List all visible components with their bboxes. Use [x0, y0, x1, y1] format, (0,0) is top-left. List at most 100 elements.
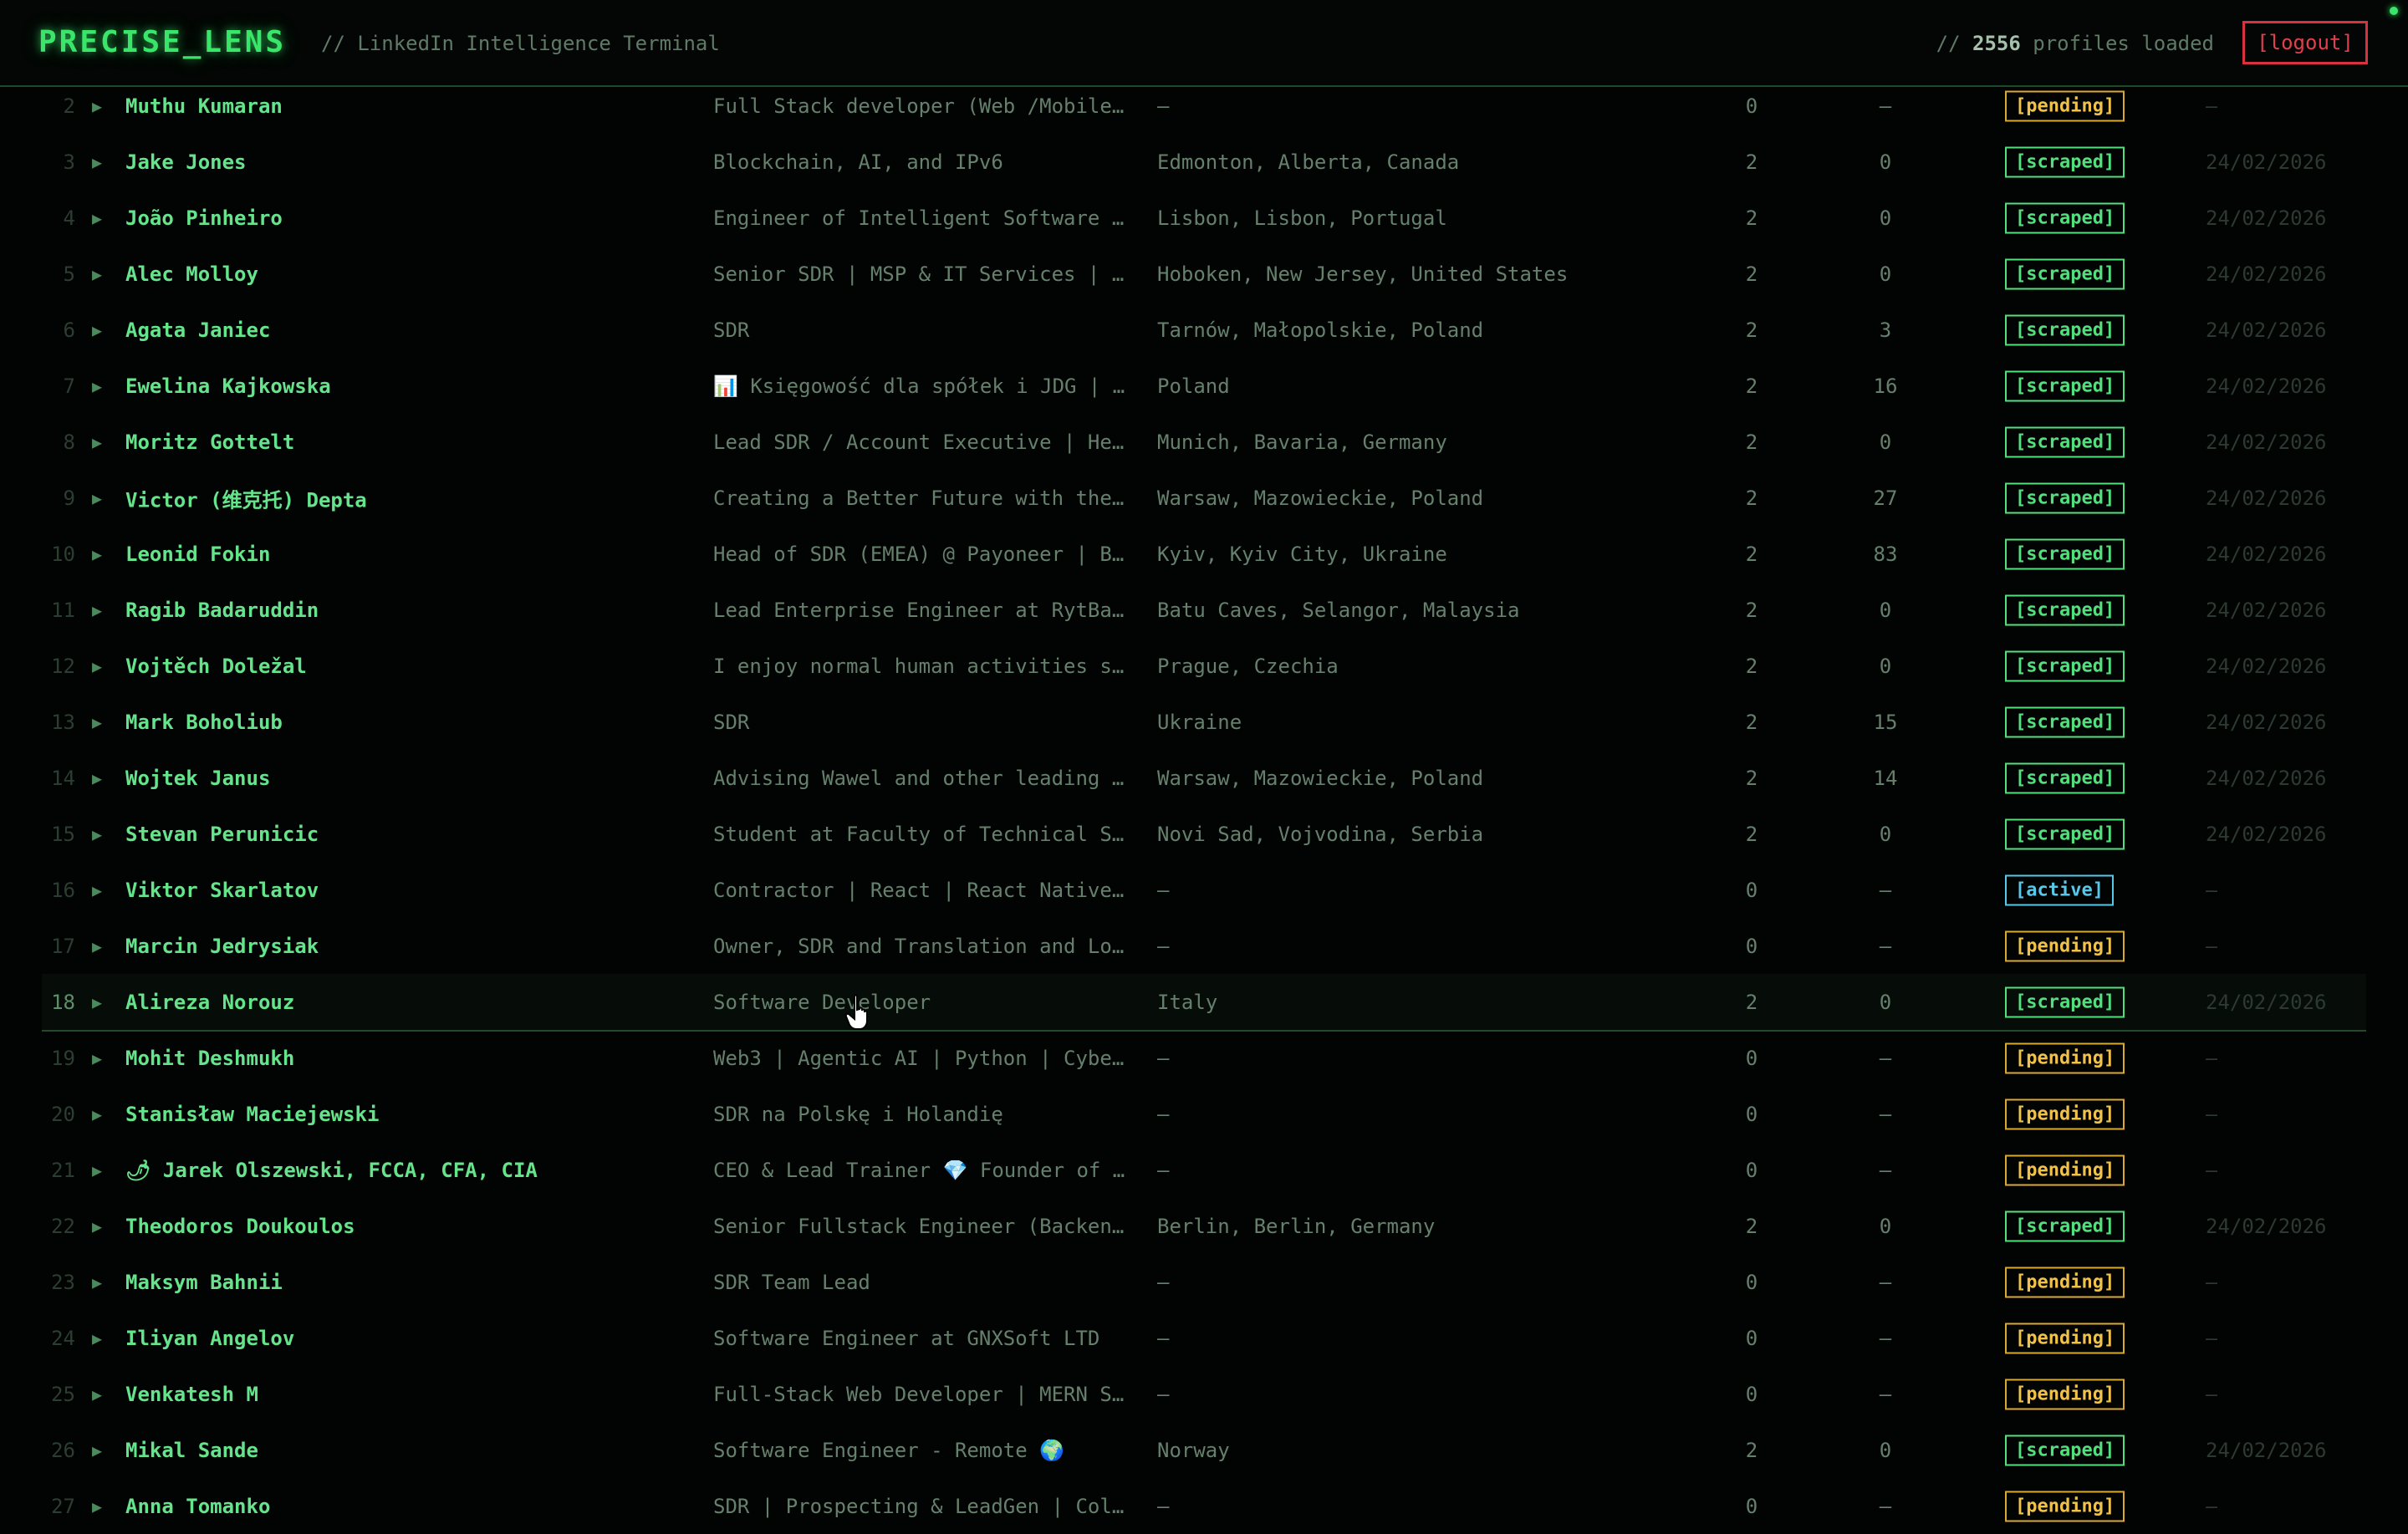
profile-location: Prague, Czechia [1157, 654, 1339, 678]
expand-arrow-icon[interactable]: ▶ [92, 96, 102, 116]
profile-name[interactable]: Wojtek Janus [125, 767, 270, 790]
table-row[interactable]: 8 ▶ Moritz Gottelt Lead SDR / Account Execu… [42, 414, 2366, 470]
scraped-date: — [2206, 1326, 2218, 1350]
table-row[interactable]: 4 ▶ João Pinheiro Engineer of Intelligent S… [42, 190, 2366, 246]
profile-name[interactable]: Marcin Jedrysiak [125, 935, 319, 958]
expand-arrow-icon[interactable]: ▶ [92, 936, 102, 956]
table-row[interactable]: 17 ▶ Marcin Jedrysiak Owner, SDR and Transl… [42, 918, 2366, 974]
status-cell: [scraped] [2005, 1435, 2125, 1465]
profile-name[interactable]: Mikal Sande [125, 1439, 258, 1462]
table-row[interactable]: 7 ▶ Ewelina Kajkowska 📊 Księgowość dla spół… [42, 358, 2366, 414]
table-row[interactable]: 6 ▶ Agata Janiec SDR Tarnów, Małopolskie, Po… [42, 302, 2366, 358]
profile-name[interactable]: Mark Boholiub [125, 711, 283, 734]
profile-headline: 📊 Księgowość dla spółek i JDG | … [713, 374, 1125, 398]
expand-arrow-icon[interactable]: ▶ [92, 432, 102, 452]
expand-arrow-icon[interactable]: ▶ [92, 264, 102, 284]
expand-arrow-icon[interactable]: ▶ [92, 1160, 102, 1180]
count-b: 3 [1879, 318, 1892, 342]
expand-arrow-icon[interactable]: ▶ [92, 1048, 102, 1068]
status-cell: [scraped] [2005, 538, 2125, 569]
table-row[interactable]: 22 ▶ Theodoros Doukoulos Senior Fullstack E… [42, 1198, 2366, 1254]
profile-name[interactable]: Theodoros Doukoulos [125, 1215, 355, 1238]
expand-arrow-icon[interactable]: ▶ [92, 488, 102, 508]
table-row[interactable]: 15 ▶ Stevan Perunicic Student at Faculty of… [42, 806, 2366, 862]
table-row[interactable]: 9 ▶ Victor (维克托) Depta Creating a Better Fu… [42, 470, 2366, 526]
table-row[interactable]: 27 ▶ Anna Tomanko SDR | Prospecting & LeadG… [42, 1478, 2366, 1534]
profile-name[interactable]: Anna Tomanko [125, 1495, 270, 1518]
count-a: 0 [1745, 934, 1758, 958]
expand-arrow-icon[interactable]: ▶ [92, 320, 102, 340]
profile-name[interactable]: Viktor Skarlatov [125, 879, 319, 902]
status-badge: [scraped] [2005, 762, 2125, 793]
profile-name[interactable]: Ewelina Kajkowska [125, 375, 331, 398]
count-b: 0 [1879, 654, 1892, 678]
table-row[interactable]: 11 ▶ Ragib Badaruddin Lead Enterprise Engin… [42, 582, 2366, 638]
table-row[interactable]: 16 ▶ Viktor Skarlatov Contractor | React | … [42, 862, 2366, 918]
row-number: 4 [63, 206, 75, 230]
expand-arrow-icon[interactable]: ▶ [92, 1496, 102, 1516]
status-badge: [scraped] [2005, 594, 2125, 625]
profile-name[interactable]: Vojtěch Doležal [125, 655, 307, 678]
table-row[interactable]: 25 ▶ Venkatesh M Full-Stack Web Developer |… [42, 1366, 2366, 1422]
profile-headline: Software Developer [713, 990, 931, 1014]
table-row[interactable]: 12 ▶ Vojtěch Doležal I enjoy normal human a… [42, 638, 2366, 694]
expand-arrow-icon[interactable]: ▶ [92, 544, 102, 564]
expand-arrow-icon[interactable]: ▶ [92, 656, 102, 676]
expand-arrow-icon[interactable]: ▶ [92, 712, 102, 732]
profile-name[interactable]: Leonid Fokin [125, 543, 270, 566]
profile-name[interactable]: Mohit Deshmukh [125, 1047, 294, 1070]
profile-name[interactable]: Victor (维克托) Depta [125, 483, 367, 512]
count-a: 0 [1745, 94, 1758, 118]
expand-arrow-icon[interactable]: ▶ [92, 1216, 102, 1236]
table-row[interactable]: 14 ▶ Wojtek Janus Advising Wawel and other … [42, 750, 2366, 806]
table-row[interactable]: 21 ▶ 🌶 Jarek Olszewski, FCCA, CFA, CIA CEO … [42, 1142, 2366, 1198]
profiles-loaded-label: // 2556 profiles loaded [1936, 32, 2214, 55]
table-row[interactable]: 5 ▶ Alec Molloy Senior SDR | MSP & IT Servi… [42, 246, 2366, 302]
profile-name[interactable]: Iliyan Angelov [125, 1327, 294, 1350]
expand-arrow-icon[interactable]: ▶ [92, 880, 102, 900]
profile-name[interactable]: Alec Molloy [125, 262, 258, 286]
table-row[interactable]: 20 ▶ Stanisław Maciejewski SDR na Polskę i … [42, 1086, 2366, 1142]
expand-arrow-icon[interactable]: ▶ [92, 1272, 102, 1292]
profile-name[interactable]: Moritz Gottelt [125, 431, 294, 454]
table-row[interactable]: 10 ▶ Leonid Fokin Head of SDR (EMEA) @ Payo… [42, 526, 2366, 582]
status-cell: [pending] [2005, 1098, 2125, 1129]
profile-headline: CEO & Lead Trainer 💎 Founder of … [713, 1158, 1125, 1182]
profile-name[interactable]: 🌶 Jarek Olszewski, FCCA, CFA, CIA [125, 1159, 538, 1182]
expand-arrow-icon[interactable]: ▶ [92, 1440, 102, 1460]
expand-arrow-icon[interactable]: ▶ [92, 1104, 102, 1124]
expand-arrow-icon[interactable]: ▶ [92, 600, 102, 620]
expand-arrow-icon[interactable]: ▶ [92, 1328, 102, 1348]
row-number: 8 [63, 430, 75, 454]
profile-name[interactable]: Jake Jones [125, 150, 247, 174]
profile-name[interactable]: Muthu Kumaran [125, 94, 283, 118]
status-cell: [scraped] [2005, 594, 2125, 625]
table-row[interactable]: 23 ▶ Maksym Bahnii SDR Team Lead — 0 — [pending… [42, 1254, 2366, 1310]
profile-name[interactable]: Ragib Badaruddin [125, 599, 319, 622]
status-cell: [pending] [2005, 1266, 2125, 1297]
expand-arrow-icon[interactable]: ▶ [92, 376, 102, 396]
table-row[interactable]: 24 ▶ Iliyan Angelov Software Engineer at GN… [42, 1310, 2366, 1366]
expand-arrow-icon[interactable]: ▶ [92, 824, 102, 844]
profile-name[interactable]: Venkatesh M [125, 1383, 258, 1406]
profile-location: Tarnów, Małopolskie, Poland [1157, 318, 1484, 342]
profile-name[interactable]: João Pinheiro [125, 206, 283, 230]
table-row[interactable]: 13 ▶ Mark Boholiub SDR Ukraine 2 15 [scraped] 24… [42, 694, 2366, 750]
table-row[interactable]: 19 ▶ Mohit Deshmukh Web3 | Agentic AI | Pyt… [42, 1030, 2366, 1086]
expand-arrow-icon[interactable]: ▶ [92, 208, 102, 228]
table-row[interactable]: 18 ▶ Alireza Norouz Software Developer Italy… [42, 974, 2366, 1032]
table-row[interactable]: 26 ▶ Mikal Sande Software Engineer - Remote… [42, 1422, 2366, 1478]
profile-headline: Advising Wawel and other leading … [713, 766, 1125, 790]
expand-arrow-icon[interactable]: ▶ [92, 152, 102, 172]
profile-name[interactable]: Alireza Norouz [125, 991, 294, 1014]
profile-name[interactable]: Stanisław Maciejewski [125, 1103, 379, 1126]
profile-name[interactable]: Stevan Perunicic [125, 823, 319, 846]
expand-arrow-icon[interactable]: ▶ [92, 768, 102, 788]
profile-name[interactable]: Agata Janiec [125, 319, 270, 342]
expand-arrow-icon[interactable]: ▶ [92, 992, 102, 1012]
table-row[interactable]: 3 ▶ Jake Jones Blockchain, AI, and IPv6 Edmo… [42, 134, 2366, 190]
logout-button[interactable]: [logout] [2242, 21, 2368, 64]
expand-arrow-icon[interactable]: ▶ [92, 1384, 102, 1404]
profile-name[interactable]: Maksym Bahnii [125, 1271, 283, 1294]
row-number: 20 [51, 1102, 75, 1126]
